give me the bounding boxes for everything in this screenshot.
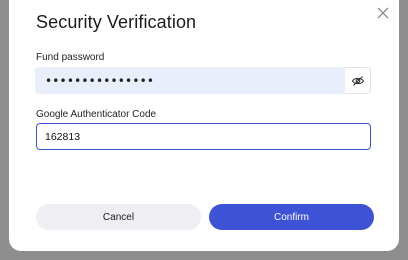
eye-off-icon	[351, 75, 364, 86]
authenticator-code-field[interactable]	[36, 123, 371, 150]
dialog-title: Security Verification	[36, 12, 197, 32]
confirm-button[interactable]: Confirm	[209, 204, 374, 230]
fund-password-field[interactable]: •••••••••••••••	[35, 67, 371, 94]
password-visibility-toggle[interactable]	[345, 67, 371, 94]
fund-password-value[interactable]: •••••••••••••••	[45, 74, 154, 88]
authenticator-code-label: Google Authenticator Code	[36, 109, 157, 120]
security-verification-dialog: Security Verification Fund password ••••…	[9, 0, 399, 251]
authenticator-code-input[interactable]	[37, 124, 370, 149]
close-icon[interactable]	[375, 5, 391, 21]
fund-password-label: Fund password	[36, 52, 105, 63]
cancel-button[interactable]: Cancel	[36, 204, 201, 230]
